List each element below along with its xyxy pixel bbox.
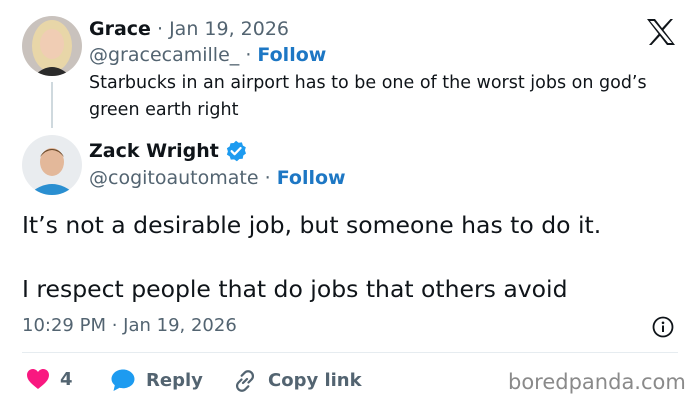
reply-timestamp[interactable]: 10:29 PM · Jan 19, 2026: [22, 315, 237, 336]
avatar-grace[interactable]: [22, 16, 82, 76]
avatar-zack[interactable]: [22, 135, 82, 195]
copy-link-button[interactable]: Copy link: [232, 368, 362, 392]
original-tweet-text: Starbucks in an airport has to be one of…: [89, 73, 647, 120]
copy-link-label: Copy link: [268, 369, 362, 391]
info-icon[interactable]: [652, 316, 674, 338]
like-button[interactable]: 4: [26, 368, 73, 390]
handle-separator: ·: [245, 44, 252, 66]
original-author-handle[interactable]: @gracecamille_: [89, 44, 239, 66]
boredpanda-watermark: boredpanda.com: [508, 370, 686, 394]
reply-handle-separator: ·: [264, 167, 271, 189]
verified-badge-icon: [226, 140, 246, 162]
reply-button[interactable]: Reply: [110, 368, 203, 392]
reply-author-handle[interactable]: @cogitoautomate: [89, 167, 259, 189]
reply-author-row: Zack Wright: [89, 140, 247, 162]
like-count: 4: [60, 368, 73, 390]
original-handle-row: @gracecamille_ · Follow: [89, 44, 326, 66]
x-logo-icon[interactable]: [646, 18, 676, 46]
reply-text-line-1: It’s not a desirable job, but someone ha…: [22, 211, 602, 239]
reply-author-name[interactable]: Zack Wright: [89, 140, 219, 162]
reply-text-line-2: I respect people that do jobs that other…: [22, 275, 568, 303]
reply-bubble-icon: [111, 369, 135, 391]
follow-grace-button[interactable]: Follow: [257, 44, 326, 66]
thread-connector-line: [51, 82, 53, 128]
original-tweet-date[interactable]: Jan 19, 2026: [169, 18, 289, 40]
heart-icon: [27, 369, 49, 389]
link-icon: [235, 370, 255, 392]
reply-label: Reply: [146, 369, 203, 391]
original-author-name[interactable]: Grace: [89, 18, 151, 40]
follow-zack-button[interactable]: Follow: [277, 167, 346, 189]
actions-divider: [22, 352, 678, 353]
header-separator: ·: [156, 18, 164, 40]
original-tweet-header: Grace · Jan 19, 2026: [89, 18, 289, 40]
reply-handle-row: @cogitoautomate · Follow: [89, 167, 346, 189]
